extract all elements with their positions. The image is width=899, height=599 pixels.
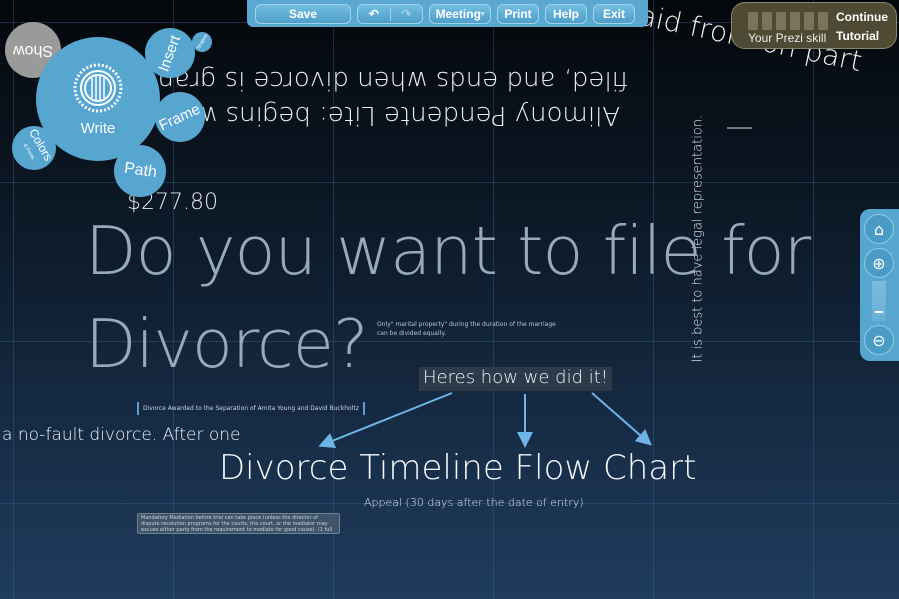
- zoom-slider-handle[interactable]: [875, 311, 883, 313]
- path-button[interactable]: Path: [114, 145, 166, 197]
- colors-sub-label: & Fonts: [21, 142, 36, 161]
- colors-button[interactable]: Colors & Fonts: [12, 126, 56, 170]
- skill-bar: [790, 12, 800, 30]
- show-label: Show: [12, 42, 54, 59]
- zoom-controls: ⌂ ⊕ ⊖: [860, 209, 899, 361]
- skill-bar: [804, 12, 814, 30]
- insert-button[interactable]: Insert: [145, 28, 195, 78]
- prezi-logo-icon: [73, 63, 123, 112]
- save-button[interactable]: Save: [255, 3, 351, 24]
- prezi-skill-widget[interactable]: Your Prezi skill Continue Tutorial: [731, 2, 897, 49]
- colors-label-group: Colors & Fonts: [15, 126, 55, 170]
- home-icon[interactable]: ⌂: [864, 214, 894, 244]
- skill-label: Your Prezi skill: [748, 31, 827, 45]
- skill-bar: [762, 12, 772, 30]
- undo-icon[interactable]: ↶: [358, 6, 391, 21]
- print-button[interactable]: Print: [497, 3, 539, 24]
- undo-redo-group: ↶ ↷: [357, 3, 423, 24]
- continue-label[interactable]: Continue: [836, 10, 888, 24]
- skill-bar: [776, 12, 786, 30]
- chevron-down-icon: ▾: [480, 10, 485, 18]
- skill-bar: [818, 12, 828, 30]
- arrow-right[interactable]: [591, 392, 653, 446]
- shapes-button[interactable]: Shapes: [192, 32, 212, 52]
- path-label: Path: [122, 159, 158, 182]
- zoom-out-icon[interactable]: ⊖: [864, 325, 894, 355]
- meeting-label: Meeting: [435, 6, 481, 21]
- help-button[interactable]: Help: [545, 3, 587, 24]
- tutorial-label[interactable]: Tutorial: [836, 29, 879, 43]
- exit-button[interactable]: Exit: [593, 3, 635, 24]
- arrow-left[interactable]: [318, 392, 453, 448]
- zoom-slider[interactable]: [872, 281, 886, 321]
- meeting-dropdown[interactable]: Meeting ▾: [429, 3, 491, 24]
- insert-label: Insert: [155, 32, 185, 74]
- frame-label: Frame: [156, 100, 204, 134]
- frame-button[interactable]: Frame: [155, 92, 205, 142]
- write-label: Write: [80, 119, 116, 137]
- top-toolbar: Save ↶ ↷ Meeting ▾ Print Help Exit: [247, 0, 648, 27]
- redo-icon[interactable]: ↷: [391, 7, 423, 21]
- skill-bar: [748, 12, 758, 30]
- zoom-in-icon[interactable]: ⊕: [864, 248, 894, 278]
- shapes-label: Shapes: [195, 33, 209, 51]
